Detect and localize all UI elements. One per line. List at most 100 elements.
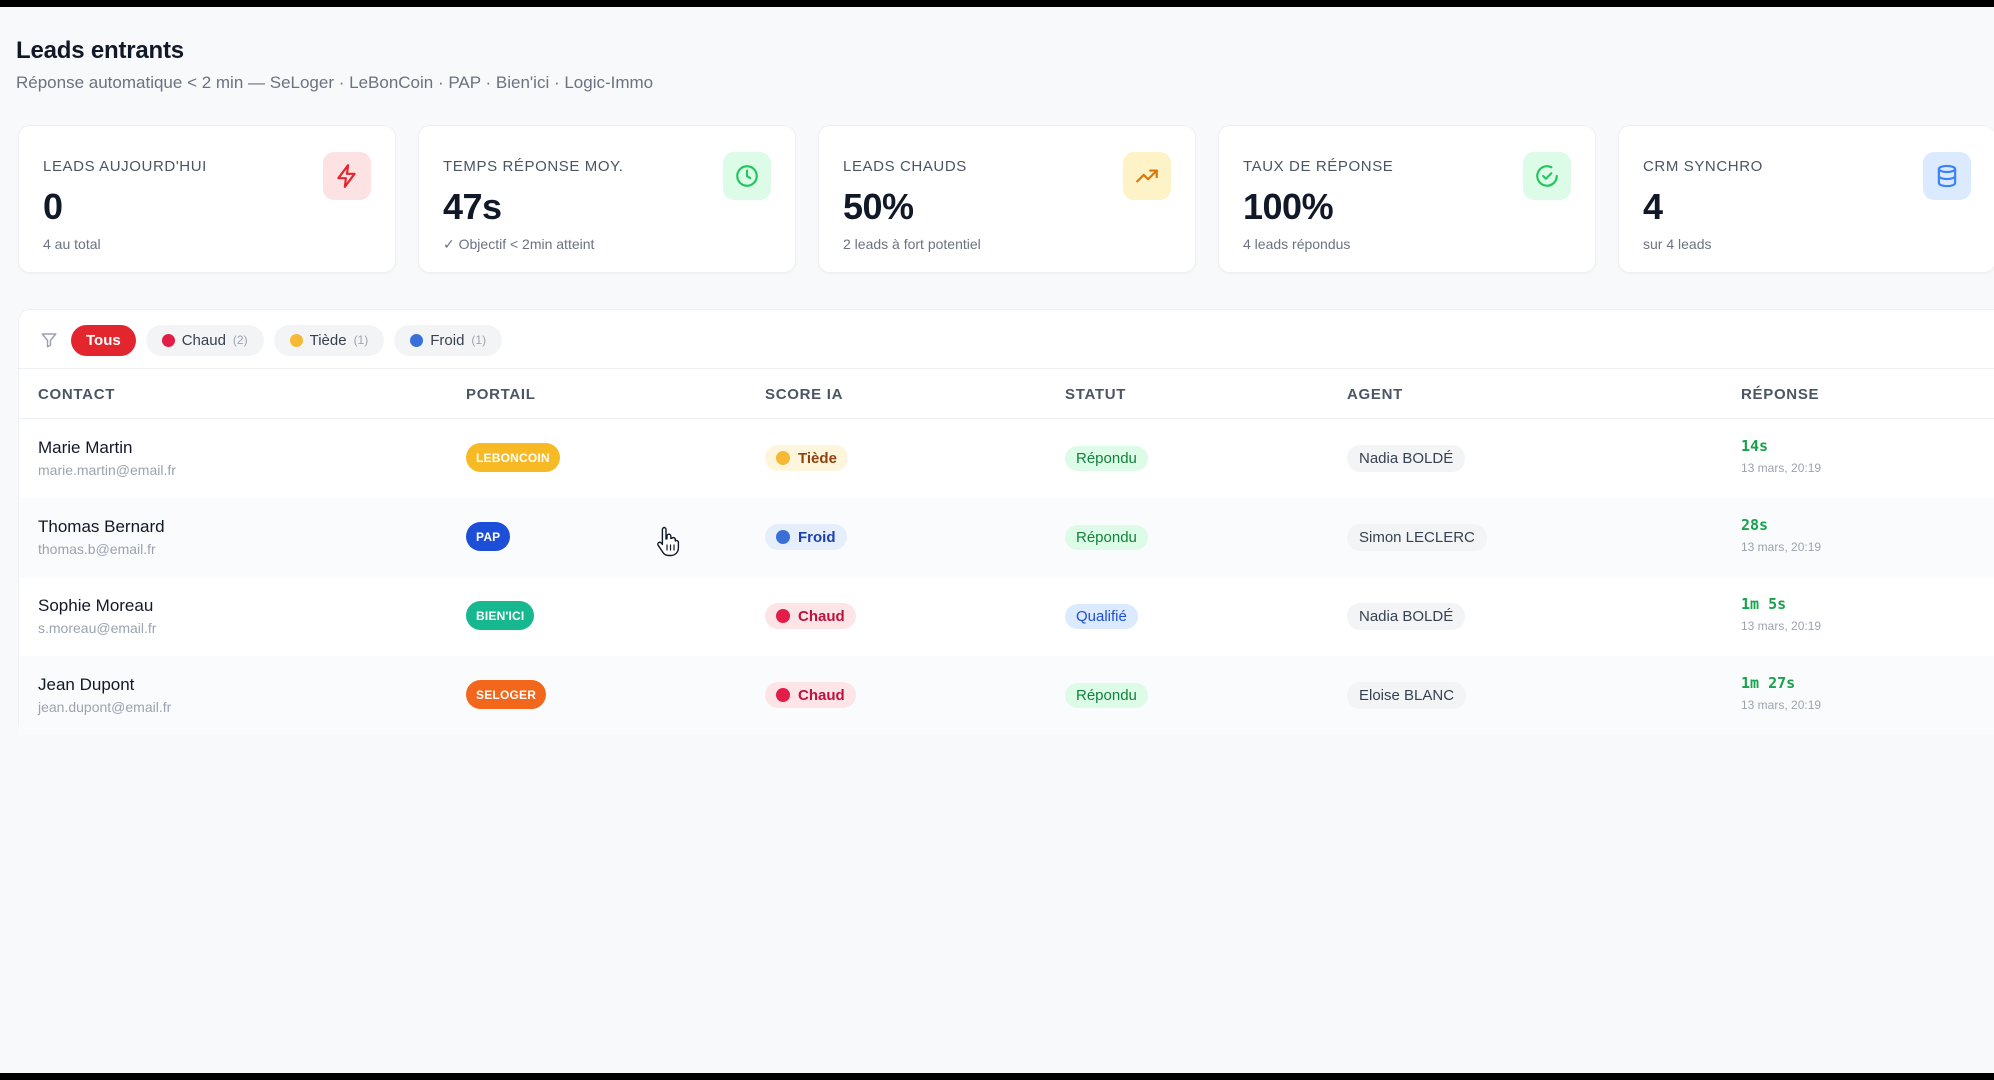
stat-card: TEMPS RÉPONSE MOY. 47s ✓ Objectif < 2min a… [418,125,796,273]
stat-label: LEADS CHAUDS [843,158,967,175]
table-row[interactable]: Thomas Bernard thomas.b@email.fr PAP Froid R… [19,498,1994,577]
filter-chip-count: (1) [353,333,369,347]
contact-name[interactable]: Sophie Moreau [38,596,156,616]
table-row[interactable]: Sophie Moreau s.moreau@email.fr BIEN'ICI Ch… [19,577,1994,656]
portal-badge: BIEN'ICI [466,601,535,630]
agent-badge: Simon LECLERC [1347,524,1487,551]
score-label: Froid [798,528,836,546]
stat-card: LEADS AUJOURD'HUI 0 4 au total [18,125,396,273]
stat-label: TAUX DE RÉPONSE [1243,158,1394,175]
response-date: 13 mars, 20:19 [1741,461,1822,475]
column-header-agent[interactable]: AGENT [1347,386,1403,403]
response-cell: 28s 13 mars, 20:19 [1741,516,1821,554]
status-cell: Répondu [1065,525,1148,550]
response-time: 28s [1741,516,1769,534]
stat-value: 0 [43,186,63,227]
filter-chip-chaud[interactable]: Chaud (2) [145,324,264,356]
contact-email: jean.dupont@email.fr [38,699,172,715]
score-cell: Froid [765,524,847,550]
stat-card: LEADS CHAUDS 50% 2 leads à fort potentiel [818,125,1196,273]
stat-value: 50% [843,186,914,227]
portal-cell: BIEN'ICI [466,601,535,630]
portal-badge: LEBONCOIN [466,443,560,472]
trending-up-icon [1123,152,1171,200]
column-header-score[interactable]: SCORE IA [765,386,843,403]
portal-cell: LEBONCOIN [466,443,560,472]
agent-badge: Eloise BLANC [1347,682,1467,709]
status-badge: Qualifié [1065,604,1138,629]
response-time: 14s [1741,437,1769,455]
check-circle-icon [1523,152,1571,200]
page-header: Leads entrants Réponse automatique < 2 m… [16,37,653,93]
column-header-statut[interactable]: STATUT [1065,386,1126,403]
stat-value: 4 [1643,186,1663,227]
score-label: Chaud [798,607,845,625]
column-header-portail[interactable]: PORTAIL [466,386,536,403]
app-frame: Leads entrants Réponse automatique < 2 m… [0,7,1994,1073]
response-cell: 1m 5s 13 mars, 20:19 [1741,595,1821,633]
agent-cell: Nadia BOLDÉ [1347,603,1466,630]
stat-note: 4 leads répondus [1243,236,1351,252]
contact-cell: Marie Martin marie.martin@email.fr [38,438,176,478]
stat-note: 4 au total [43,236,101,252]
filter-chip-froid[interactable]: Froid (1) [394,324,503,356]
stat-label: CRM SYNCHRO [1643,158,1763,175]
status-cell: Répondu [1065,683,1148,708]
response-date: 13 mars, 20:19 [1741,619,1822,633]
filter-chip-count: (2) [232,333,248,347]
response-time: 1m 5s [1741,595,1787,613]
response-date: 13 mars, 20:19 [1741,540,1822,554]
contact-email: thomas.b@email.fr [38,541,156,557]
contact-cell: Jean Dupont jean.dupont@email.fr [38,675,171,715]
dot-icon [289,333,303,347]
stats-row: LEADS AUJOURD'HUI 0 4 au total TEMPS RÉPONS… [18,125,1994,273]
score-cell: Tiède [765,445,848,471]
table-row[interactable]: Jean Dupont jean.dupont@email.fr SELOGER Ch… [19,656,1994,735]
score-cell: Chaud [765,603,856,629]
agent-badge: Nadia BOLDÉ [1347,445,1466,472]
status-badge: Répondu [1065,683,1148,708]
portal-badge: PAP [466,522,511,551]
status-cell: Qualifié [1065,604,1138,629]
stat-value: 100% [1243,186,1334,227]
contact-email: marie.martin@email.fr [38,462,176,478]
status-badge: Répondu [1065,525,1148,550]
dot-icon [776,451,790,465]
contact-name[interactable]: Jean Dupont [38,675,171,695]
stat-value: 47s [443,186,502,227]
page-subtitle: Réponse automatique < 2 min — SeLoger · … [16,73,654,92]
filter-chip-label: Froid [430,331,465,349]
stat-note: 2 leads à fort potentiel [843,236,981,252]
status-badge: Répondu [1065,446,1148,471]
agent-cell: Eloise BLANC [1347,682,1467,709]
dot-icon [776,530,790,544]
score-label: Chaud [798,686,845,704]
column-header-contact[interactable]: CONTACT [38,386,115,403]
agent-cell: Simon LECLERC [1347,524,1487,551]
contact-cell: Sophie Moreau s.moreau@email.fr [38,596,156,636]
leads-table-panel: Tous Chaud (2) Tiède (1) Froid (1) CONTACT POR… [18,309,1994,735]
stat-label: LEADS AUJOURD'HUI [43,158,207,175]
agent-badge: Nadia BOLDÉ [1347,603,1466,630]
filter-chip-count: (1) [471,333,487,347]
score-badge: Tiède [765,445,848,471]
score-badge: Chaud [765,603,856,629]
contact-name[interactable]: Marie Martin [38,438,176,458]
portal-cell: SELOGER [466,680,547,709]
response-cell: 1m 27s 13 mars, 20:19 [1741,674,1821,712]
column-header-reponse[interactable]: RÉPONSE [1741,386,1819,403]
table-row[interactable]: Marie Martin marie.martin@email.fr LEBONCO… [19,419,1994,498]
score-badge: Froid [765,524,847,550]
score-cell: Chaud [765,682,856,708]
status-cell: Répondu [1065,446,1148,471]
filter-chip-label: Chaud [181,331,226,349]
response-date: 13 mars, 20:19 [1741,698,1822,712]
stat-note: ✓ Objectif < 2min atteint [443,236,595,252]
filter-chip-tiède[interactable]: Tiède (1) [273,324,385,356]
stat-card: TAUX DE RÉPONSE 100% 4 leads répondus [1218,125,1596,273]
filter-chip-label: Tiède [309,331,347,349]
contact-name[interactable]: Thomas Bernard [38,517,165,537]
dot-icon [776,609,790,623]
dot-icon [410,333,424,347]
filter-chip-tous[interactable]: Tous [71,324,136,356]
